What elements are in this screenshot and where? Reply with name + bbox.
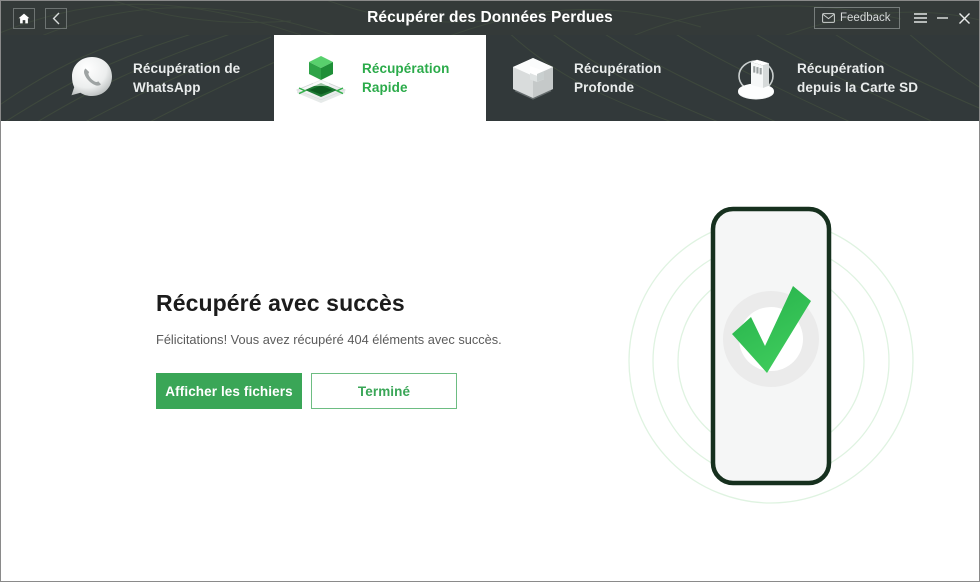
tab-whatsapp-recovery[interactable]: Récupération de WhatsApp <box>63 35 240 121</box>
feedback-label: Feedback <box>840 12 891 24</box>
minimize-button[interactable] <box>931 7 953 29</box>
gray-cube-icon <box>504 50 562 106</box>
tab-quick-recovery[interactable]: Récupération Rapide <box>274 35 486 121</box>
tab-label: Récupération Rapide <box>362 61 450 95</box>
content-area: Récupéré avec succès Félicitations! Vous… <box>1 121 979 581</box>
tab-sd-card-recovery[interactable]: Récupération depuis la Carte SD <box>727 35 918 121</box>
envelope-icon <box>822 13 835 23</box>
title-bar: Récupérer des Données Perdues Feedback <box>1 1 979 35</box>
done-button[interactable]: Terminé <box>311 373 457 409</box>
tab-label: Récupération de WhatsApp <box>133 61 241 95</box>
whatsapp-bubble-icon <box>63 50 121 106</box>
view-files-button[interactable]: Afficher les fichiers <box>156 373 302 409</box>
tab-label: Récupération Profonde <box>574 61 662 95</box>
page-title: Récupéré avec succès <box>156 290 405 316</box>
success-illustration <box>601 191 941 531</box>
feedback-button[interactable]: Feedback <box>814 7 900 29</box>
hamburger-menu-icon <box>913 13 927 23</box>
application-window: Récupérer des Données Perdues Feedback R… <box>0 0 980 582</box>
sd-card-icon <box>727 50 785 106</box>
minimize-icon <box>936 17 948 19</box>
tab-label: Récupération depuis la Carte SD <box>797 61 919 95</box>
tab-bar: Récupération de WhatsApp Récupération Ra… <box>1 35 979 121</box>
close-icon <box>958 12 970 24</box>
tab-deep-recovery[interactable]: Récupération Profonde <box>504 35 661 121</box>
close-button[interactable] <box>953 7 975 29</box>
green-cube-icon <box>292 50 350 106</box>
result-description: Félicitations! Vous avez récupéré 404 él… <box>156 332 502 347</box>
menu-button[interactable] <box>909 7 931 29</box>
